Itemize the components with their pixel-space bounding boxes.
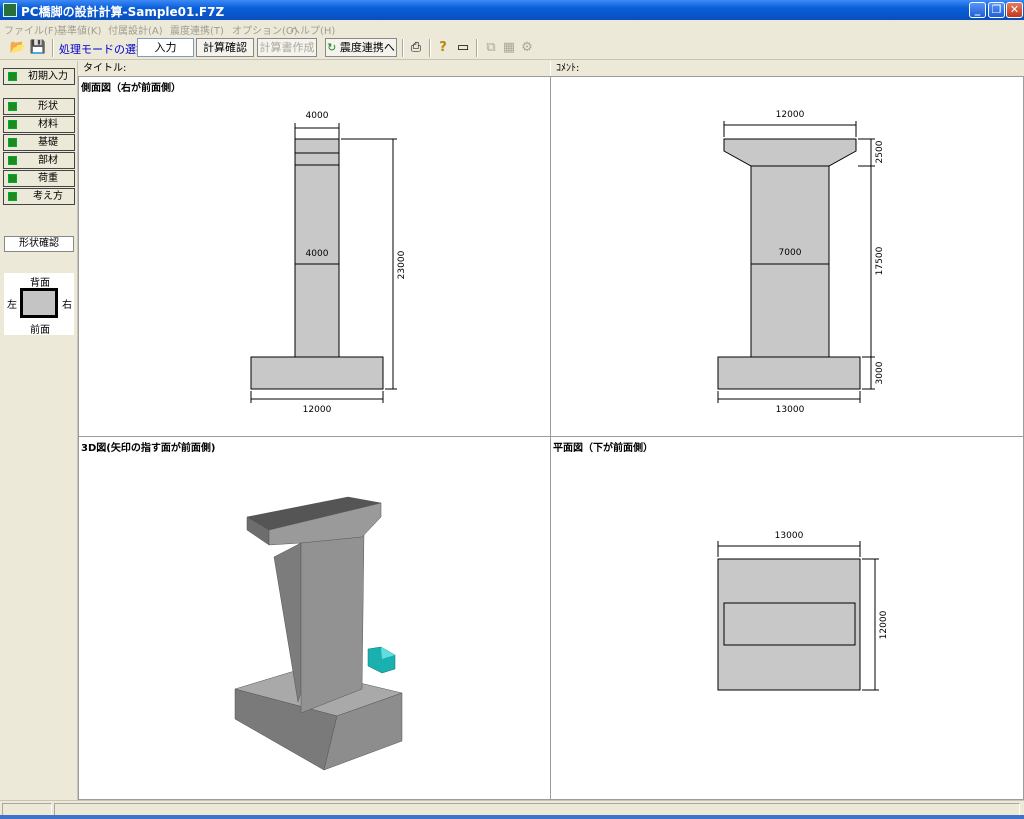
orientation-back-label: 背面 bbox=[30, 278, 50, 289]
nav-concept-button[interactable]: 考え方 bbox=[3, 188, 75, 205]
open-folder-icon[interactable]: 📂 bbox=[9, 39, 27, 57]
restore-button[interactable]: ❐ bbox=[988, 2, 1005, 18]
side-view-drawing: 4000 4000 12000 23000 bbox=[250, 111, 407, 415]
front-direction-arrow bbox=[367, 646, 396, 674]
nav-load-button[interactable]: 荷重 bbox=[3, 170, 75, 187]
mode-select-label: 処理モードの選択 bbox=[59, 43, 147, 56]
view-3d-drawing bbox=[234, 496, 403, 771]
side-bottom-width-label: 12000 bbox=[303, 405, 332, 415]
comment-header: ｺﾒﾝﾄ: bbox=[551, 61, 1024, 76]
save-icon[interactable]: 💾 bbox=[29, 39, 47, 57]
calc-check-button[interactable]: 計算確認 bbox=[196, 38, 254, 57]
front-top-height-label: 2500 bbox=[875, 140, 885, 163]
seismic-link-button[interactable]: ↻ 震度連携へ bbox=[325, 38, 397, 57]
check-icon bbox=[8, 174, 17, 183]
orientation-left-label: 左 bbox=[7, 300, 17, 311]
close-button[interactable]: ✕ bbox=[1006, 2, 1023, 18]
help-icon[interactable]: ? bbox=[434, 39, 452, 57]
front-mid-width-label: 7000 bbox=[779, 248, 802, 258]
front-beam bbox=[723, 138, 857, 167]
nav-foundation-button[interactable]: 基礎 bbox=[3, 134, 75, 151]
side-view-pane: 側面図（右が前面側） 4000 4000 12000 23000 bbox=[78, 76, 551, 437]
check-icon bbox=[8, 156, 17, 165]
menu-option[interactable]: オプション(O) bbox=[232, 22, 298, 37]
nav-material-button[interactable]: 材料 bbox=[3, 116, 75, 133]
print-icon[interactable]: ⎙ bbox=[407, 39, 425, 57]
shape-confirm-label[interactable]: 形状確認 bbox=[4, 236, 74, 252]
check-icon bbox=[8, 102, 17, 111]
side-top-width-label: 4000 bbox=[306, 111, 329, 121]
plan-view-pane: 平面図（下が前面側） 13000 12000 bbox=[550, 436, 1024, 800]
menu-bar: ファイル(F) 基準値(K) 付属設計(A) 震度連携(T) オプション(O) … bbox=[0, 20, 1024, 37]
menu-standard[interactable]: 基準値(K) bbox=[57, 22, 101, 37]
toolbar-separator bbox=[402, 39, 404, 57]
window-title: PC橋脚の設計計算-Sample01.F7Z bbox=[21, 5, 225, 19]
report-button[interactable]: 計算書作成 bbox=[257, 38, 317, 57]
orientation-square bbox=[20, 288, 58, 318]
check-icon bbox=[8, 120, 17, 129]
side-column bbox=[294, 138, 340, 358]
refresh-icon: ↻ bbox=[327, 41, 337, 54]
minimize-button[interactable]: _ bbox=[969, 2, 986, 18]
menu-attached-design[interactable]: 付属設計(A) bbox=[108, 22, 163, 37]
front-view-pane: 12000 7000 13000 2500 17500 3000 bbox=[550, 76, 1024, 437]
view-3d-pane: 3D図(矢印の指す面が前面側) bbox=[78, 436, 551, 800]
check-icon bbox=[8, 138, 17, 147]
toolbar-separator bbox=[476, 39, 478, 57]
app-icon bbox=[3, 3, 17, 17]
info-card-icon[interactable]: ▭ bbox=[454, 39, 472, 57]
menu-file[interactable]: ファイル(F) bbox=[4, 22, 58, 37]
initial-input-button[interactable]: 初期入力 bbox=[3, 68, 75, 85]
menu-help[interactable]: ヘルプ(H) bbox=[290, 22, 335, 37]
front-column bbox=[750, 165, 830, 358]
title-header: タイトル: bbox=[78, 61, 550, 76]
front-mid-height-label: 17500 bbox=[875, 246, 885, 275]
nav-member-button[interactable]: 部材 bbox=[3, 152, 75, 169]
toolbar-separator bbox=[429, 39, 431, 57]
taskbar-edge bbox=[0, 815, 1024, 819]
plan-view-drawing: 13000 12000 bbox=[717, 531, 889, 691]
front-bottom-width-label: 13000 bbox=[776, 405, 805, 415]
main-area: タイトル: ｺﾒﾝﾄ: 側面図（右が前面側） 4000 4000 12000 2… bbox=[78, 61, 1024, 800]
link-icon[interactable]: ⚙ bbox=[518, 39, 536, 57]
front-top-width-label: 12000 bbox=[776, 110, 805, 120]
front-bottom-height-label: 3000 bbox=[875, 361, 885, 384]
side-footing bbox=[250, 356, 384, 390]
nav-shape-button[interactable]: 形状 bbox=[3, 98, 75, 115]
plan-width-label: 13000 bbox=[775, 531, 804, 541]
table-icon[interactable]: ▦ bbox=[500, 39, 518, 57]
left-panel: 初期入力 形状 材料 基礎 部材 荷重 考え方 形状確認 背面 左 右 前面 bbox=[0, 61, 78, 800]
check-icon bbox=[8, 72, 17, 81]
check-icon bbox=[8, 192, 17, 201]
toolbar: 📂 💾 処理モードの選択 入力 計算確認 計算書作成 ↻ 震度連携へ ⎙ ? ▭… bbox=[0, 36, 1024, 60]
plan-column bbox=[723, 602, 856, 646]
orientation-front-label: 前面 bbox=[30, 325, 50, 336]
copy-icon[interactable]: ⧉ bbox=[482, 39, 500, 57]
mode-select-field[interactable]: 入力 bbox=[137, 38, 194, 57]
front-footing bbox=[717, 356, 861, 390]
column-side-face bbox=[300, 532, 365, 714]
toolbar-separator bbox=[52, 39, 54, 57]
side-mid-width-label: 4000 bbox=[306, 249, 329, 259]
title-bar: PC橋脚の設計計算-Sample01.F7Z _ ❐ ✕ bbox=[0, 0, 1024, 20]
plan-depth-label: 12000 bbox=[879, 610, 889, 639]
side-height-label: 23000 bbox=[397, 250, 407, 279]
menu-seismic-link[interactable]: 震度連携(T) bbox=[170, 22, 224, 37]
orientation-right-label: 右 bbox=[62, 300, 72, 311]
orientation-diagram: 背面 左 右 前面 bbox=[4, 273, 74, 336]
front-view-drawing: 12000 7000 13000 2500 17500 3000 bbox=[717, 110, 885, 415]
